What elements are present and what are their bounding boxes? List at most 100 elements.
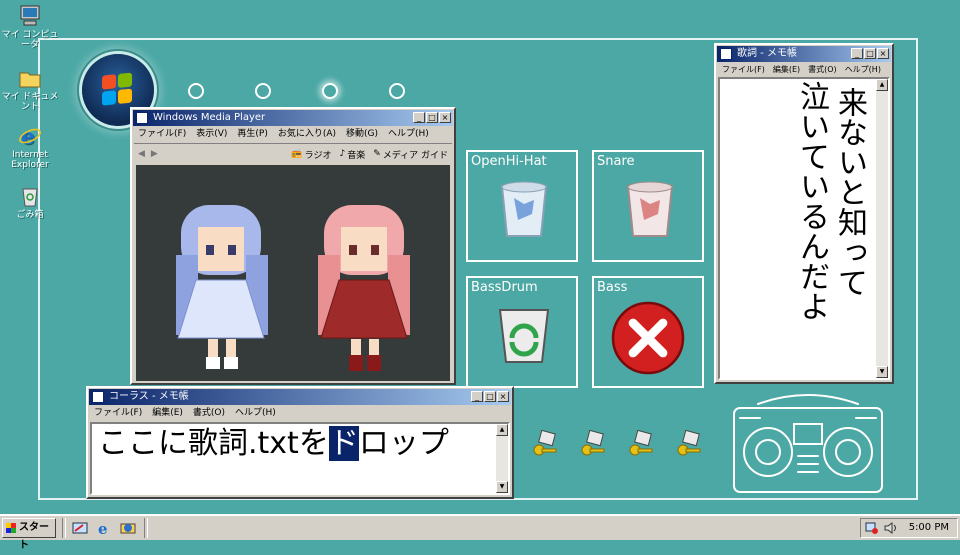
minimize-button[interactable]: _ xyxy=(471,391,483,402)
bin-label: OpenHi-Hat xyxy=(471,154,547,169)
maximize-button[interactable]: □ xyxy=(484,391,496,402)
radio-icon: 📻 xyxy=(291,149,303,159)
recycle-bin-icon xyxy=(18,184,42,208)
minimize-button[interactable]: _ xyxy=(851,48,863,59)
character-blue-sprite xyxy=(176,205,268,369)
music-icon: ♪ xyxy=(339,149,346,159)
app-icon xyxy=(136,112,148,124)
speaker-icon[interactable] xyxy=(883,521,897,535)
desktop-icon-recycle-bin[interactable]: ごみ箱 xyxy=(0,184,60,220)
menu-play[interactable]: 再生(P) xyxy=(237,127,267,141)
scroll-up-arrow[interactable]: ▲ xyxy=(876,79,888,91)
menu-view[interactable]: 表示(V) xyxy=(196,127,227,141)
menu-help[interactable]: ヘルプ(H) xyxy=(388,127,429,141)
chorus-text-before: ここに歌詞.txtを xyxy=(98,426,329,461)
desktop-icon-internet-explorer[interactable]: e Internet Explorer xyxy=(0,124,60,170)
menu-format[interactable]: 書式(O) xyxy=(193,406,225,420)
scroll-down-arrow[interactable]: ▼ xyxy=(496,481,508,493)
bin-tile-bass[interactable]: Bass xyxy=(592,276,704,388)
maximize-button[interactable]: □ xyxy=(864,48,876,59)
chorus-titlebar[interactable]: コーラス - メモ帳 _ □ × xyxy=(89,389,511,405)
menu-bar: ファイル(F) 編集(E) 書式(O) ヘルプ(H) xyxy=(88,406,512,420)
system-tray: 5:00 PM xyxy=(860,518,958,538)
character-red-sprite xyxy=(318,205,410,371)
lyrics-line-2: 泣いているんだよ xyxy=(794,81,829,321)
key-icon[interactable] xyxy=(674,430,704,460)
guide-icon: ✎ xyxy=(373,149,381,159)
ring-ornament xyxy=(188,83,204,99)
maximize-button[interactable]: □ xyxy=(426,112,438,123)
menu-format[interactable]: 書式(O) xyxy=(808,63,837,77)
network-icon[interactable] xyxy=(865,521,879,535)
minimize-button[interactable]: _ xyxy=(413,112,425,123)
taskbar: スタート e 5:00 PM xyxy=(0,514,960,551)
ring-ornament xyxy=(322,83,338,99)
boombox-doodle xyxy=(733,394,883,493)
vertical-scrollbar[interactable]: ▲ ▼ xyxy=(496,424,508,493)
notepad-icon xyxy=(92,391,104,403)
nav-music[interactable]: 音楽 xyxy=(347,148,365,161)
desktop-icon-my-computer[interactable]: マイ コンピュータ xyxy=(0,4,60,50)
error-icon xyxy=(611,301,685,375)
scroll-up-arrow[interactable]: ▲ xyxy=(496,424,508,436)
recycle-bin-full-icon xyxy=(500,181,548,237)
show-desktop-icon[interactable] xyxy=(72,520,88,536)
folder-icon xyxy=(18,66,42,90)
vertical-scrollbar[interactable]: ▲ ▼ xyxy=(876,79,888,378)
close-button[interactable]: × xyxy=(877,48,889,59)
desktop-icon-label: マイ ドキュメント xyxy=(1,92,59,112)
window-title: コーラス - メモ帳 xyxy=(109,391,189,402)
bin-tile-openhihat[interactable]: OpenHi-Hat xyxy=(466,150,578,262)
window-title: 歌詞 - メモ帳 xyxy=(737,48,797,59)
clock[interactable]: 5:00 PM xyxy=(909,519,949,537)
video-frame xyxy=(176,205,410,371)
nav-radio[interactable]: ラジオ xyxy=(305,148,332,161)
svg-text:e: e xyxy=(98,520,108,536)
bin-tile-snare[interactable]: Snare xyxy=(592,150,704,262)
bin-tile-bassdrum[interactable]: BassDrum xyxy=(466,276,578,388)
key-icon[interactable] xyxy=(578,430,608,460)
chorus-text-area[interactable]: ここに歌詞.txtをドロップ ▲ ▼ xyxy=(90,422,510,495)
computer-icon xyxy=(18,4,42,28)
desktop-icon-label: Internet Explorer xyxy=(11,150,49,170)
key-icon[interactable] xyxy=(530,430,560,460)
ie-icon[interactable]: e xyxy=(96,520,112,536)
menu-file[interactable]: ファイル(F) xyxy=(722,63,765,77)
outlook-express-icon[interactable] xyxy=(120,520,136,536)
lyrics-line-1: 来ないと知って xyxy=(832,87,867,297)
notepad-icon xyxy=(720,48,732,60)
menu-favorites[interactable]: お気に入り(A) xyxy=(278,127,336,141)
nav-toolbar: ◀ ▶ 📻 ラジオ ♪ 音楽 ✎ メディア ガイド xyxy=(134,143,452,164)
menu-file[interactable]: ファイル(F) xyxy=(138,127,186,141)
bin-label: Bass xyxy=(597,280,628,295)
taskbar-separator xyxy=(62,518,66,538)
key-icon[interactable] xyxy=(626,430,656,460)
chorus-text-line: ここに歌詞.txtをドロップ xyxy=(98,426,449,462)
menu-go[interactable]: 移動(G) xyxy=(346,127,378,141)
menu-edit[interactable]: 編集(E) xyxy=(152,406,183,420)
media-player-titlebar[interactable]: Windows Media Player _ □ × xyxy=(133,110,453,126)
ie-icon: e xyxy=(18,124,42,150)
video-pane[interactable] xyxy=(136,165,450,381)
desktop-icon-my-documents[interactable]: マイ ドキュメント xyxy=(0,66,60,112)
menu-edit[interactable]: 編集(E) xyxy=(773,63,800,77)
media-player-window[interactable]: Windows Media Player _ □ × ファイル(F) 表示(V)… xyxy=(130,107,456,385)
close-button[interactable]: × xyxy=(497,391,509,402)
chorus-notepad-window[interactable]: コーラス - メモ帳 _ □ × ファイル(F) 編集(E) 書式(O) ヘルプ… xyxy=(86,386,514,499)
menu-help[interactable]: ヘルプ(H) xyxy=(845,63,881,77)
taskbar-separator xyxy=(144,518,148,538)
lyrics-titlebar[interactable]: 歌詞 - メモ帳 _ □ × xyxy=(717,46,891,62)
scroll-down-arrow[interactable]: ▼ xyxy=(876,366,888,378)
close-button[interactable]: × xyxy=(439,112,451,123)
lyrics-text-area[interactable]: 来ないと知って 泣いているんだよ ▲ ▼ xyxy=(718,77,890,380)
back-arrow-icon[interactable]: ◀ xyxy=(138,149,145,159)
lyrics-notepad-window[interactable]: 歌詞 - メモ帳 _ □ × ファイル(F) 編集(E) 書式(O) ヘルプ(H… xyxy=(714,43,894,384)
windows-flag-icon xyxy=(102,72,134,107)
menu-help[interactable]: ヘルプ(H) xyxy=(235,406,276,420)
forward-arrow-icon[interactable]: ▶ xyxy=(151,149,158,159)
svg-text:e: e xyxy=(21,124,35,148)
nav-media-guide[interactable]: メディア ガイド xyxy=(383,148,448,161)
menu-file[interactable]: ファイル(F) xyxy=(94,406,142,420)
start-button[interactable]: スタート xyxy=(2,518,56,551)
bin-label: BassDrum xyxy=(471,280,538,295)
